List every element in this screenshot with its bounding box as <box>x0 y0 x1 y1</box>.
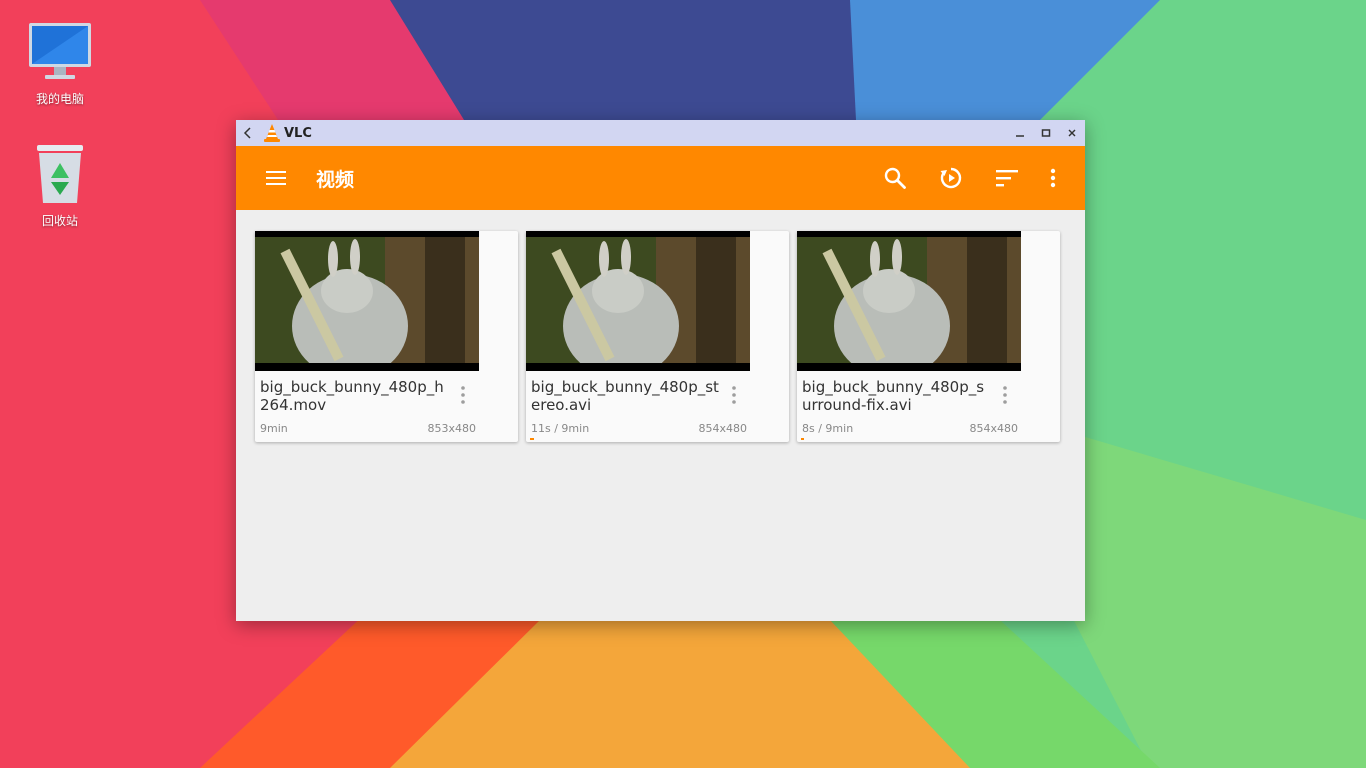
video-card[interactable]: big_buck_bunny_480p_h264.mov 9min 853x48… <box>255 231 518 442</box>
monitor-icon <box>29 23 91 79</box>
recycle-bin-icon <box>37 145 83 203</box>
video-thumbnail[interactable] <box>255 231 479 371</box>
resume-playback-icon <box>940 167 962 189</box>
video-title: big_buck_bunny_480p_stereo.avi <box>531 378 719 414</box>
video-resolution: 854x480 <box>698 422 747 435</box>
navigation-menu-button[interactable] <box>248 150 304 206</box>
minimize-icon <box>1016 135 1024 137</box>
desktop-icon-my-computer[interactable]: 我的电脑 <box>10 16 110 107</box>
back-button[interactable] <box>236 120 260 146</box>
desktop-icon-label: 回收站 <box>41 214 78 228</box>
more-vert-icon <box>1003 386 1007 404</box>
maximize-icon <box>1041 129 1051 137</box>
app-toolbar: 视频 <box>236 146 1085 210</box>
video-grid: big_buck_bunny_480p_h264.mov 9min 853x48… <box>255 231 1068 442</box>
video-resolution: 854x480 <box>969 422 1018 435</box>
video-more-button[interactable] <box>453 383 473 407</box>
vlc-window: VLC 视频 big_buck_bunny_480p_h264.mov 9min… <box>236 120 1085 621</box>
more-vert-icon <box>732 386 736 404</box>
more-options-button[interactable] <box>1035 150 1071 206</box>
maximize-button[interactable] <box>1033 120 1059 146</box>
video-duration: 8s / 9min <box>802 422 854 435</box>
thumbnail-image <box>255 231 479 371</box>
search-button[interactable] <box>867 150 923 206</box>
more-vert-icon <box>1050 168 1056 188</box>
video-resolution: 853x480 <box>427 422 476 435</box>
close-icon <box>1068 129 1076 137</box>
video-card[interactable]: big_buck_bunny_480p_surround-fix.avi 8s … <box>797 231 1060 442</box>
video-title: big_buck_bunny_480p_h264.mov <box>260 378 444 414</box>
hamburger-menu-icon <box>266 171 286 185</box>
chevron-left-icon <box>243 127 251 139</box>
close-button[interactable] <box>1059 120 1085 146</box>
video-duration: 11s / 9min <box>531 422 590 435</box>
window-titlebar[interactable]: VLC <box>236 120 1085 146</box>
video-more-button[interactable] <box>724 383 744 407</box>
more-vert-icon <box>461 386 465 404</box>
video-title: big_buck_bunny_480p_surround-fix.avi <box>802 378 985 414</box>
thumbnail-image <box>526 231 750 371</box>
video-progress-bar <box>801 438 804 440</box>
sort-button[interactable] <box>979 150 1035 206</box>
video-card[interactable]: big_buck_bunny_480p_stereo.avi 11s / 9mi… <box>526 231 789 442</box>
resume-playback-button[interactable] <box>923 150 979 206</box>
toolbar-actions <box>867 150 1071 206</box>
video-thumbnail[interactable] <box>526 231 750 371</box>
sort-icon <box>996 170 1018 187</box>
page-title: 视频 <box>316 168 355 191</box>
thumbnail-image <box>797 231 1021 371</box>
video-progress-bar <box>530 438 534 440</box>
video-duration: 9min <box>260 422 288 435</box>
vlc-cone-icon <box>264 124 280 142</box>
window-title: VLC <box>284 125 312 141</box>
desktop-icon-label: 我的电脑 <box>35 92 84 106</box>
search-icon <box>884 167 906 189</box>
desktop-icon-recycle-bin[interactable]: 回收站 <box>10 138 110 229</box>
video-more-button[interactable] <box>995 383 1015 407</box>
window-controls <box>1007 120 1085 146</box>
minimize-button[interactable] <box>1007 120 1033 146</box>
video-thumbnail[interactable] <box>797 231 1021 371</box>
